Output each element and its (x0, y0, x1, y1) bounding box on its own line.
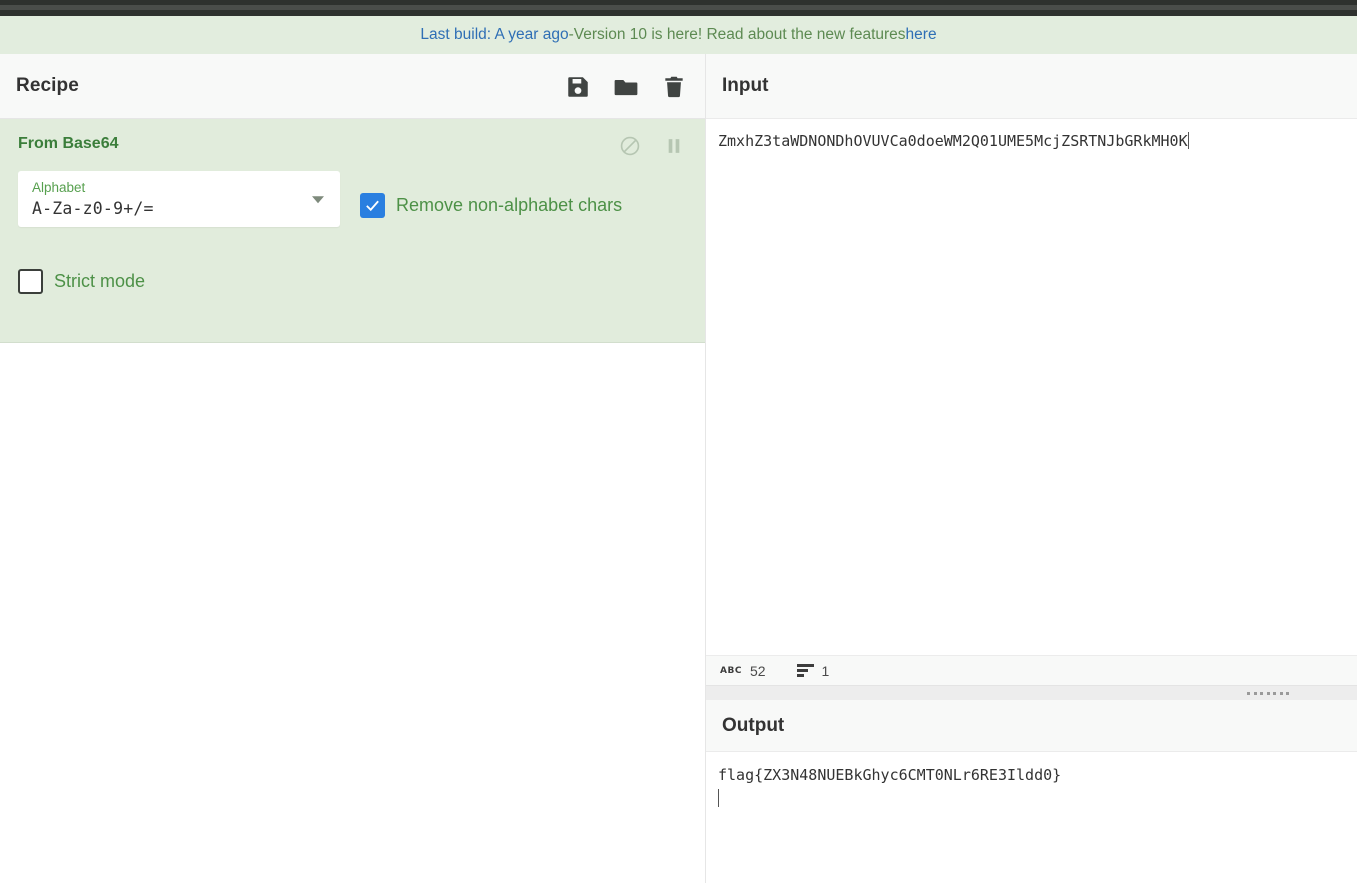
recipe-header: Recipe (0, 54, 705, 119)
output-caret (718, 788, 719, 807)
input-title: Input (722, 75, 769, 96)
strict-mode-checkbox[interactable] (18, 268, 43, 294)
remove-non-alphabet-row[interactable]: Remove non-alphabet chars (360, 193, 622, 218)
operation-from-base64[interactable]: From Base64 Alphabet A-Za-z0-9+/= Remove… (0, 119, 705, 343)
operation-controls (619, 135, 685, 157)
output-value: flag{ZX3N48NUEBkGhyc6CMT0NLr6RE3Ildd0} (718, 766, 1062, 784)
io-splitter[interactable] (706, 686, 1357, 700)
input-textarea[interactable]: ZmxhZ3taWDNONDhOVUVCa0doeWM2Q01UME5McjZS… (706, 119, 1357, 614)
lines-icon (796, 664, 814, 677)
strict-mode-row[interactable]: Strict mode (18, 268, 687, 294)
browser-chrome-line (0, 5, 1357, 10)
pause-icon[interactable] (663, 135, 685, 157)
input-caret (1187, 132, 1189, 149)
recipe-toolbar (565, 54, 687, 119)
banner-message: Version 10 is here! Read about the new f… (573, 26, 906, 43)
alphabet-label: Alphabet (32, 180, 86, 195)
alphabet-select[interactable]: Alphabet A-Za-z0-9+/= (18, 171, 340, 227)
operation-title: From Base64 (18, 135, 119, 152)
folder-icon[interactable] (613, 74, 639, 100)
strict-mode-label: Strict mode (54, 270, 146, 291)
cyberchef-app: Last build: A year ago - Version 10 is h… (0, 0, 1357, 883)
remove-non-alphabet-label: Remove non-alphabet chars (396, 195, 623, 215)
input-length-status: ABC 52 (720, 663, 766, 679)
version-banner: Last build: A year ago - Version 10 is h… (0, 16, 1357, 54)
save-icon[interactable] (565, 74, 591, 100)
abc-icon: ABC (720, 665, 742, 676)
new-features-link[interactable]: here (906, 26, 937, 44)
remove-non-alphabet-checkbox[interactable] (360, 193, 385, 218)
trash-icon[interactable] (661, 74, 687, 100)
output-title: Output (722, 714, 785, 736)
disable-icon[interactable] (619, 135, 641, 157)
input-length-value: 52 (749, 662, 766, 679)
input-lines-status: 1 (796, 662, 830, 679)
operation-arguments: Alphabet A-Za-z0-9+/= Remove non-alphabe… (18, 171, 687, 227)
input-status-bar: ABC 52 1 (706, 655, 1357, 686)
chevron-down-icon[interactable] (312, 196, 324, 204)
recipe-pane: Recipe From Base64 Alphabet A-Za-z0-9+/=… (0, 54, 706, 883)
input-value: ZmxhZ3taWDNONDhOVUVCa0doeWM2Q01UME5McjZS… (718, 132, 1188, 150)
recipe-drop-area[interactable] (0, 343, 705, 883)
input-header: Input (706, 54, 1357, 119)
alphabet-value: A-Za-z0-9+/= (32, 198, 154, 218)
splitter-grip-icon[interactable] (1247, 691, 1289, 695)
recipe-title: Recipe (16, 75, 79, 96)
browser-chrome-bar (0, 0, 1357, 16)
last-build-link[interactable]: Last build: A year ago (420, 26, 568, 44)
output-textarea[interactable]: flag{ZX3N48NUEBkGhyc6CMT0NLr6RE3Ildd0} (706, 752, 1357, 883)
output-header: Output (706, 700, 1357, 752)
input-lines-value: 1 (821, 662, 830, 679)
